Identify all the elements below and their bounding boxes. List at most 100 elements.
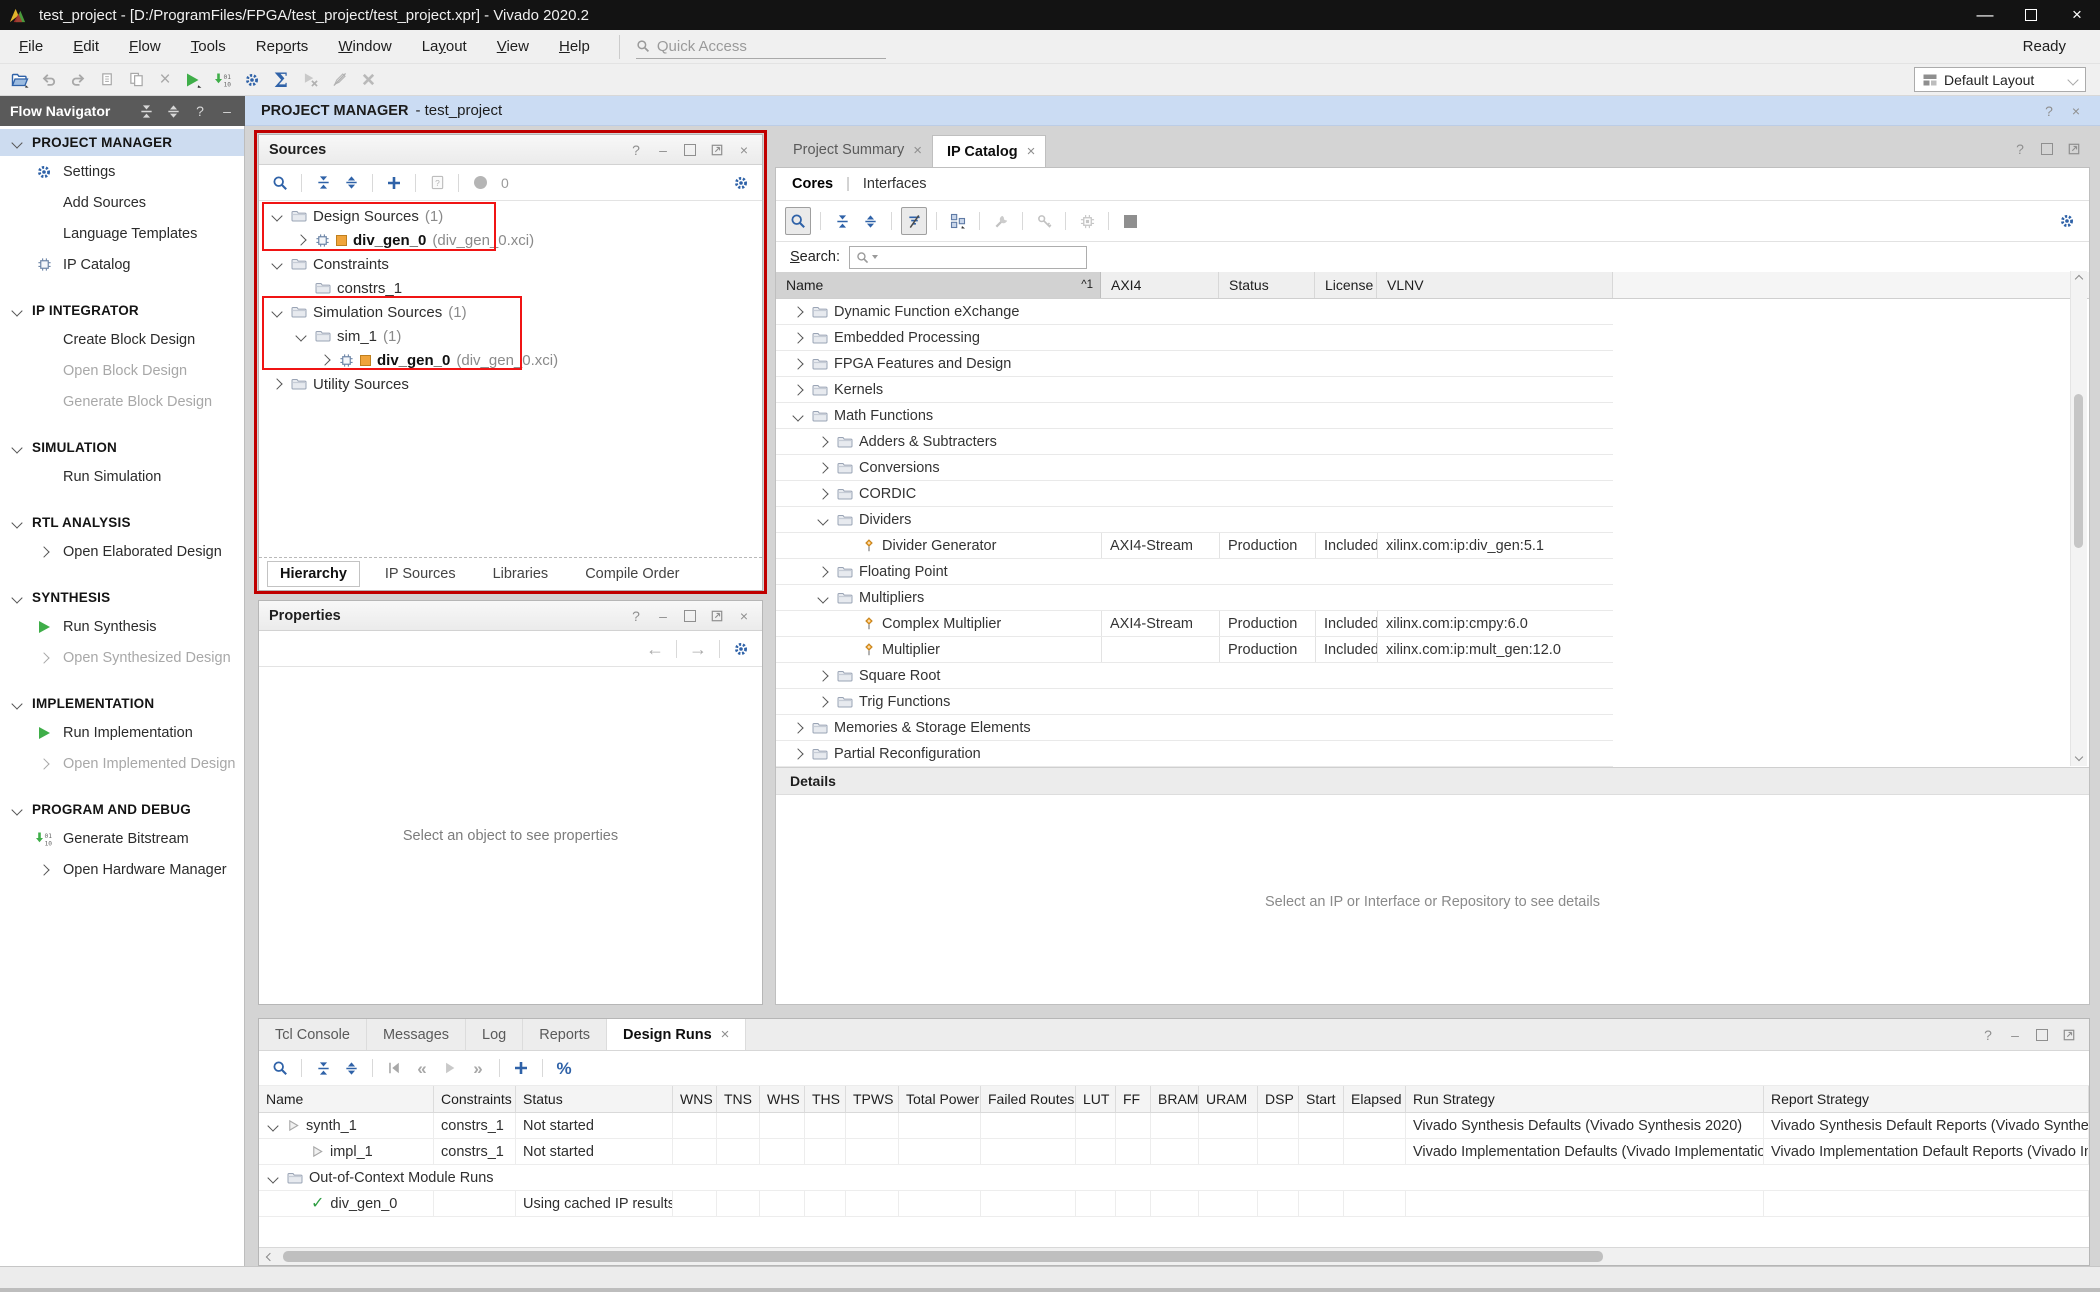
flow-item-ip-catalog[interactable]: IP Catalog [0, 249, 244, 280]
horizontal-scrollbar[interactable] [259, 1247, 2089, 1265]
minimize-icon[interactable]: – [655, 142, 671, 158]
close-icon[interactable]: × [721, 1026, 730, 1043]
maximize-icon[interactable] [2039, 141, 2055, 157]
sources-tree-item-utility-sources[interactable]: Utility Sources [259, 372, 762, 396]
close-button[interactable]: × [2054, 0, 2100, 30]
open-folder-icon[interactable] [8, 67, 32, 93]
run-icon[interactable] [182, 67, 206, 93]
column-header-tpws[interactable]: TPWS [846, 1086, 899, 1112]
column-header-license[interactable]: License [1315, 272, 1377, 298]
settings-gear-icon[interactable] [2055, 208, 2079, 234]
chevron-down-icon[interactable] [790, 412, 806, 420]
flow-item-open-hardware-manager[interactable]: Open Hardware Manager [0, 854, 244, 885]
flow-section-header-synthesis[interactable]: SYNTHESIS [0, 584, 244, 611]
menu-edit[interactable]: Edit [58, 38, 114, 55]
scrollbar-thumb[interactable] [2074, 394, 2083, 548]
float-icon[interactable] [2061, 1027, 2077, 1043]
column-header-failed-routes[interactable]: Failed Routes [981, 1086, 1076, 1112]
maximize-icon[interactable] [682, 608, 698, 624]
flow-item-run-simulation[interactable]: Run Simulation [0, 461, 244, 492]
chevron-down-icon[interactable] [269, 260, 285, 268]
ip-row-complex-multiplier[interactable]: Complex MultiplierAXI4-StreamProductionI… [776, 611, 1613, 637]
minimize-icon[interactable]: – [2007, 1027, 2023, 1043]
ip-row-kernels[interactable]: Kernels [776, 377, 1613, 403]
tab-ip-catalog[interactable]: IP Catalog× [932, 135, 1046, 167]
sources-tree-item-sim-1[interactable]: sim_1(1) [259, 324, 762, 348]
chevron-down-icon[interactable] [269, 308, 285, 316]
column-header-whs[interactable]: WHS [760, 1086, 805, 1112]
expand-icon[interactable] [165, 103, 181, 119]
tab-project-summary[interactable]: Project Summary× [779, 135, 932, 165]
chevron-down-icon[interactable] [265, 1122, 281, 1130]
ip-row-memories-storage-elements[interactable]: Memories & Storage Elements [776, 715, 1613, 741]
stop-icon[interactable] [1118, 208, 1142, 234]
sources-tree-item-constraints[interactable]: Constraints [259, 252, 762, 276]
chevron-right-icon[interactable] [790, 360, 806, 368]
ip-row-conversions[interactable]: Conversions [776, 455, 1613, 481]
chevron-right-icon[interactable] [815, 672, 831, 680]
sources-tree-item-div-gen-0[interactable]: div_gen_0(div_gen_0.xci) [259, 348, 762, 372]
help-icon[interactable]: ? [628, 142, 644, 158]
tab-cores[interactable]: Cores [790, 176, 835, 192]
column-header-ff[interactable]: FF [1116, 1086, 1151, 1112]
column-header-report-strategy[interactable]: Report Strategy [1764, 1086, 2089, 1112]
generate-ip-icon[interactable] [1075, 208, 1099, 234]
maximize-icon[interactable] [682, 142, 698, 158]
chevron-right-icon[interactable] [790, 308, 806, 316]
menu-tools[interactable]: Tools [176, 38, 241, 55]
ip-row-partial-reconfiguration[interactable]: Partial Reconfiguration [776, 741, 1613, 767]
add-sources-icon[interactable] [382, 170, 406, 196]
ip-row-fpga-features-and-design[interactable]: FPGA Features and Design [776, 351, 1613, 377]
tab-tcl-console[interactable]: Tcl Console [259, 1019, 367, 1050]
group-by-category-icon[interactable] [946, 208, 970, 234]
column-header-wns[interactable]: WNS [673, 1086, 717, 1112]
chevron-right-icon[interactable] [815, 698, 831, 706]
chevron-right-icon[interactable] [815, 490, 831, 498]
flow-section-header-simulation[interactable]: SIMULATION [0, 434, 244, 461]
flow-item-language-templates[interactable]: Language Templates [0, 218, 244, 249]
flow-item-open-implemented-design[interactable]: Open Implemented Design [0, 748, 244, 779]
ip-search-input[interactable] [849, 246, 1087, 269]
menu-view[interactable]: View [482, 38, 544, 55]
column-header-name[interactable]: Name [259, 1086, 434, 1112]
percent-utilization-icon[interactable]: % [552, 1055, 576, 1081]
chevron-down-icon[interactable] [265, 1174, 281, 1182]
menu-help[interactable]: Help [544, 38, 605, 55]
column-header-vlnv[interactable]: VLNV [1377, 272, 1613, 298]
chevron-right-icon[interactable] [790, 386, 806, 394]
ip-row-cordic[interactable]: CORDIC [776, 481, 1613, 507]
sources-tree-item-constrs-1[interactable]: constrs_1 [259, 276, 762, 300]
ip-row-multipliers[interactable]: Multipliers [776, 585, 1613, 611]
chevron-down-icon[interactable] [269, 212, 285, 220]
flow-section-header-implementation[interactable]: IMPLEMENTATION [0, 690, 244, 717]
tab-design-runs[interactable]: Design Runs× [607, 1019, 746, 1050]
scroll-down-icon[interactable] [2075, 753, 2083, 761]
chevron-right-icon[interactable] [790, 334, 806, 342]
minimize-icon[interactable]: – [219, 103, 235, 119]
flow-item-add-sources[interactable]: Add Sources [0, 187, 244, 218]
ip-row-divider-generator[interactable]: Divider GeneratorAXI4-StreamProductionIn… [776, 533, 1613, 559]
redo-icon[interactable] [66, 67, 90, 93]
help-icon[interactable]: ? [628, 608, 644, 624]
column-header-bram[interactable]: BRAM [1151, 1086, 1199, 1112]
maximize-icon[interactable] [2034, 1027, 2050, 1043]
undo-icon[interactable] [37, 67, 61, 93]
flow-item-open-synthesized-design[interactable]: Open Synthesized Design [0, 642, 244, 673]
chevron-right-icon[interactable] [293, 236, 309, 244]
menu-reports[interactable]: Reports [241, 38, 324, 55]
collapse-all-icon[interactable] [311, 170, 335, 196]
flow-section-header-ip-integrator[interactable]: IP INTEGRATOR [0, 297, 244, 324]
minimize-icon[interactable]: – [655, 608, 671, 624]
flow-item-open-block-design[interactable]: Open Block Design [0, 355, 244, 386]
column-header-ths[interactable]: THS [805, 1086, 846, 1112]
help-doc-icon[interactable]: ? [425, 170, 449, 196]
generate-bitstream-icon[interactable]: 0110 [211, 67, 235, 93]
ip-row-adders-subtracters[interactable]: Adders & Subtracters [776, 429, 1613, 455]
paste-icon[interactable] [124, 67, 148, 93]
column-header-start[interactable]: Start [1299, 1086, 1344, 1112]
menu-window[interactable]: Window [323, 38, 406, 55]
ip-row-trig-functions[interactable]: Trig Functions [776, 689, 1613, 715]
edit-disabled-icon[interactable] [327, 67, 351, 93]
help-icon[interactable]: ? [192, 103, 208, 119]
tab-messages[interactable]: Messages [367, 1019, 466, 1050]
